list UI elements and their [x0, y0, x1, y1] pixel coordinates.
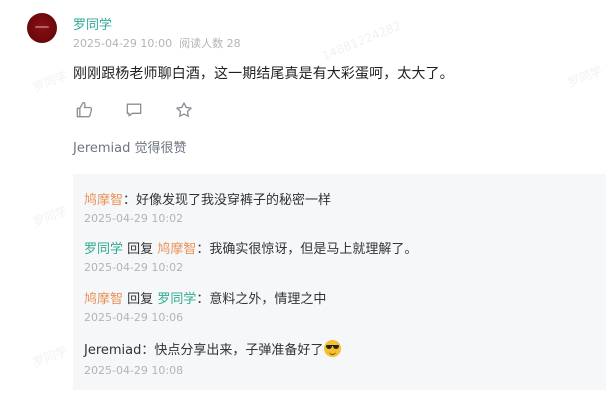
watermark: 14881224282: [320, 18, 404, 63]
reply-author[interactable]: 罗同学: [84, 242, 123, 257]
thumbs-up-icon: [76, 101, 93, 118]
star-icon: [176, 102, 192, 118]
replies-panel: 鸠摩智：好像发现了我没穿裤子的秘密一样 2025-04-29 10:02 罗同学…: [73, 174, 606, 390]
reply-text: 好像发现了我没穿裤子的秘密一样: [136, 193, 332, 208]
post-content: 刚刚跟杨老师聊白酒，这一期结尾真是有大彩蛋呵，太大了。: [73, 66, 454, 82]
reply-target[interactable]: 鸠摩智: [157, 242, 196, 257]
watermark: 罗同学: [30, 203, 70, 230]
reply-time: 2025-04-29 10:02: [84, 261, 184, 274]
reply-separator: ：: [141, 343, 155, 358]
reply-time: 2025-04-29 10:06: [84, 311, 184, 324]
reply-text: 快点分享出来，子弹准备好了: [154, 343, 324, 358]
sunglasses-emoji-icon: [324, 340, 342, 357]
reply-text: 我确实很惊讶，但是马上就理解了。: [209, 242, 418, 257]
post-meta: 2025-04-29 10:00 阅读人数 28: [73, 35, 241, 51]
reply-separator: ：: [196, 242, 210, 257]
read-count: 阅读人数 28: [179, 37, 241, 50]
reply-separator: ：: [123, 193, 137, 208]
reply-item: 鸠摩智：好像发现了我没穿裤子的秘密一样: [84, 189, 331, 208]
reply-item: Jeremiad：快点分享出来，子弹准备好了: [84, 339, 342, 358]
reply-item: 鸠摩智 回复 罗同学：意料之外，情理之中: [84, 288, 326, 307]
favorite-button[interactable]: [173, 99, 195, 121]
likes-summary: Jeremiad 觉得很赞: [73, 141, 187, 156]
reply-word: 回复: [127, 242, 154, 257]
reply-time: 2025-04-29 10:08: [84, 364, 184, 377]
reply-author[interactable]: Jeremiad: [84, 343, 141, 358]
reply-text: 意料之外，情理之中: [209, 292, 327, 307]
watermark: 罗同学: [30, 68, 70, 95]
reply-word: 回复: [127, 292, 154, 307]
reply-target[interactable]: 罗同学: [157, 292, 196, 307]
watermark: 罗同学: [30, 343, 70, 370]
post-author[interactable]: 罗同学: [73, 14, 112, 33]
watermark: 罗同学: [565, 63, 605, 90]
reply-author[interactable]: 鸠摩智: [84, 292, 123, 307]
avatar[interactable]: [27, 13, 57, 43]
reply-time: 2025-04-29 10:02: [84, 212, 184, 225]
post-date: 2025-04-29 10:00: [73, 37, 173, 50]
reply-item: 罗同学 回复 鸠摩智：我确实很惊讶，但是马上就理解了。: [84, 238, 417, 257]
comment-icon: [126, 103, 142, 117]
reply-separator: ：: [196, 292, 210, 307]
like-button[interactable]: [73, 99, 95, 121]
comment-button[interactable]: [123, 99, 145, 121]
reply-author[interactable]: 鸠摩智: [84, 193, 123, 208]
